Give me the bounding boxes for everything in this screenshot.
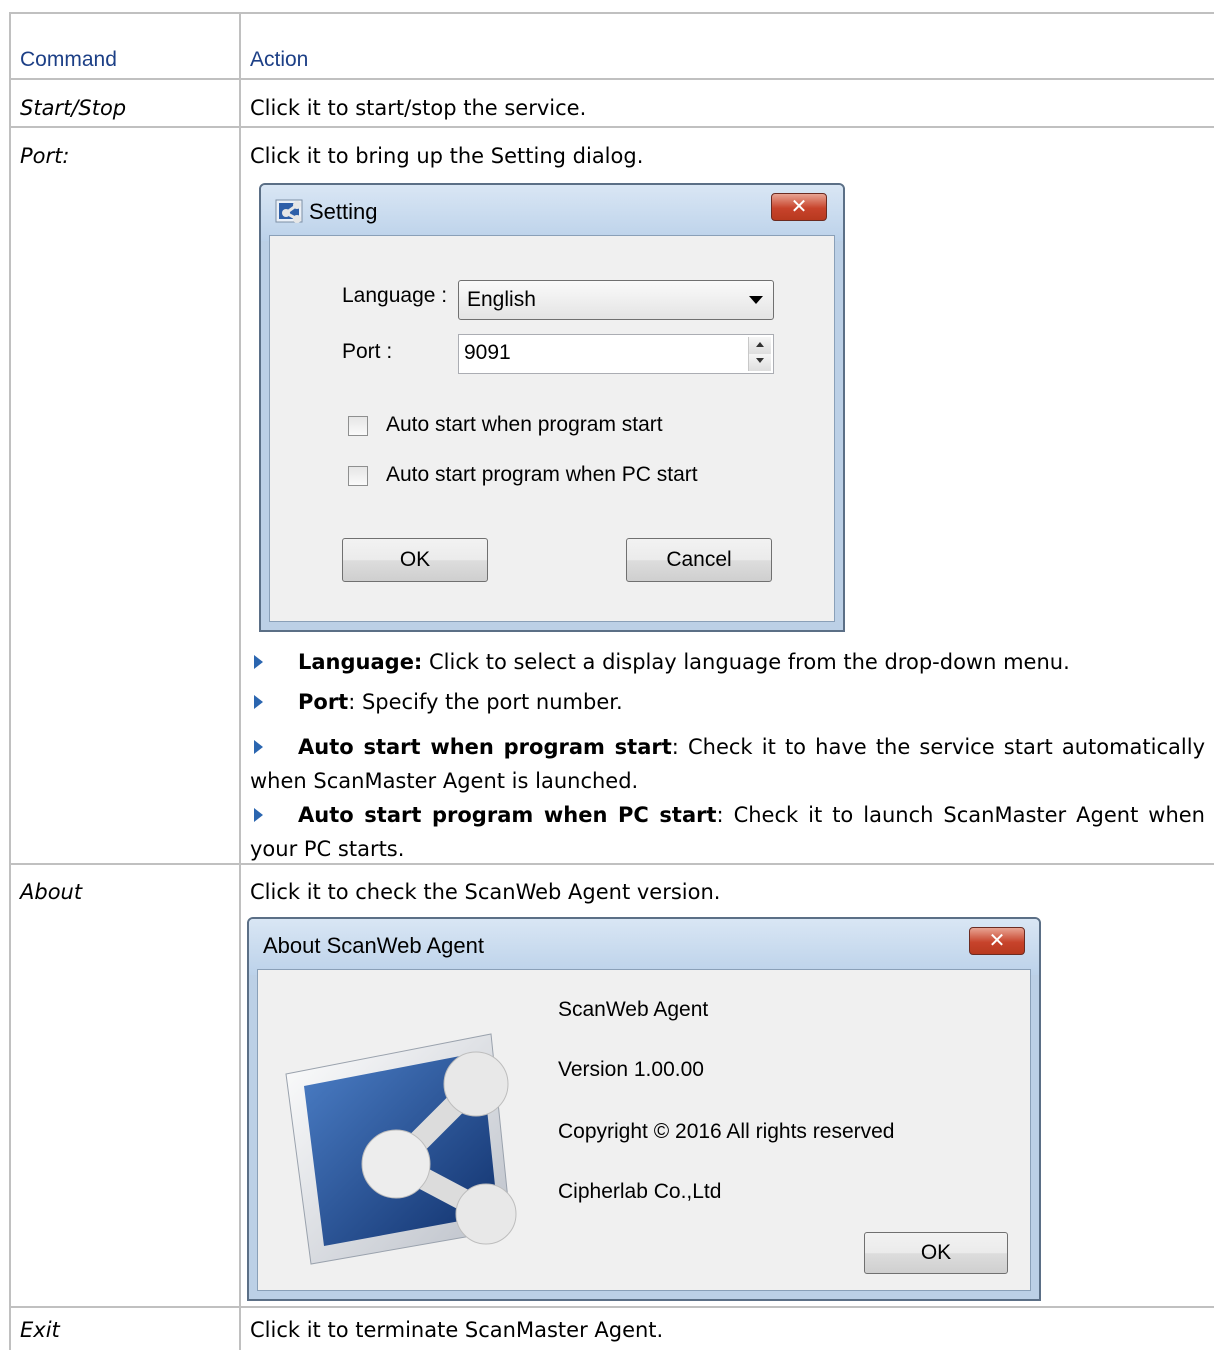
stepper-down-icon[interactable] bbox=[749, 354, 771, 371]
row-divider-about bbox=[10, 863, 1214, 865]
bullet-term: Auto start when program start bbox=[298, 735, 672, 759]
stepper-up-icon[interactable] bbox=[749, 337, 771, 355]
language-select-value: English bbox=[467, 288, 536, 312]
setting-dialog: Setting ✕ Language : English Port : 9091… bbox=[259, 183, 845, 632]
command-start-stop: Start/Stop bbox=[20, 96, 126, 120]
command-about: About bbox=[20, 880, 82, 904]
auto-start-service-label: Auto start when program start bbox=[386, 413, 663, 437]
bullet-auto-start-program-box: Auto start program when PC start: Check … bbox=[250, 798, 1205, 866]
column-divider bbox=[239, 12, 241, 1350]
bullet-text: : Specify the port number. bbox=[348, 690, 622, 714]
bullet-term: Language: bbox=[298, 650, 422, 674]
port-stepper[interactable]: 9091 bbox=[458, 334, 774, 374]
language-label: Language : bbox=[342, 284, 447, 308]
action-start-stop: Click it to start/stop the service. bbox=[250, 96, 586, 120]
bullet-icon bbox=[254, 740, 263, 754]
setting-client-area: Language : English Port : 9091 Auto star… bbox=[269, 235, 835, 622]
chevron-down-icon bbox=[749, 296, 763, 304]
auto-start-program-checkbox[interactable] bbox=[348, 466, 368, 486]
bullet-icon bbox=[254, 695, 263, 709]
about-ok-button[interactable]: OK bbox=[864, 1232, 1008, 1274]
about-dialog: About ScanWeb Agent ✕ ScanWeb Agent bbox=[247, 917, 1041, 1301]
close-icon: ✕ bbox=[772, 194, 826, 218]
auto-start-program-label: Auto start program when PC start bbox=[386, 463, 698, 487]
about-product: ScanWeb Agent bbox=[558, 998, 708, 1022]
bullet-language: Language: Click to select a display lang… bbox=[250, 646, 1205, 678]
about-title: About ScanWeb Agent bbox=[263, 933, 484, 959]
scanweb-logo-icon bbox=[276, 1014, 536, 1274]
bullet-term: Port bbox=[298, 690, 348, 714]
app-icon bbox=[275, 197, 305, 225]
about-copyright: Copyright © 2016 All rights reserved bbox=[558, 1120, 894, 1144]
about-client-area: ScanWeb Agent Version 1.00.00 Copyright … bbox=[257, 969, 1031, 1291]
bullet-auto-start-service-box: Auto start when program start: Check it … bbox=[250, 730, 1205, 798]
bullet-icon bbox=[254, 655, 263, 669]
command-port: Port: bbox=[20, 144, 69, 168]
about-close-button[interactable]: ✕ bbox=[969, 927, 1025, 955]
row-divider bbox=[10, 126, 1214, 128]
table-top-border bbox=[10, 12, 1214, 14]
bullet-text: Click to select a display language from … bbox=[422, 650, 1069, 674]
about-company: Cipherlab Co.,Ltd bbox=[558, 1180, 721, 1204]
command-exit: Exit bbox=[20, 1318, 60, 1342]
setting-close-button[interactable]: ✕ bbox=[771, 193, 827, 221]
port-label: Port : bbox=[342, 340, 392, 364]
port-value: 9091 bbox=[464, 341, 511, 365]
bullet-icon bbox=[254, 808, 263, 822]
action-port: Click it to bring up the Setting dialog. bbox=[250, 144, 643, 168]
auto-start-service-checkbox[interactable] bbox=[348, 416, 368, 436]
bullet-port: Port: Specify the port number. bbox=[250, 686, 1205, 718]
header-action: Action bbox=[250, 48, 308, 72]
setting-title: Setting bbox=[309, 199, 378, 225]
action-exit: Click it to terminate ScanMaster Agent. bbox=[250, 1318, 663, 1342]
close-icon: ✕ bbox=[970, 928, 1024, 952]
header-divider bbox=[10, 78, 1214, 80]
table-left-border bbox=[9, 12, 11, 1350]
cancel-button[interactable]: Cancel bbox=[626, 538, 772, 582]
ok-button[interactable]: OK bbox=[342, 538, 488, 582]
row-divider bbox=[10, 1306, 1214, 1308]
header-command: Command bbox=[20, 48, 117, 72]
action-about: Click it to check the ScanWeb Agent vers… bbox=[250, 880, 720, 904]
language-select[interactable]: English bbox=[458, 280, 774, 320]
about-version: Version 1.00.00 bbox=[558, 1058, 704, 1082]
stepper-buttons bbox=[748, 337, 771, 371]
bullet-term: Auto start program when PC start bbox=[298, 803, 717, 827]
